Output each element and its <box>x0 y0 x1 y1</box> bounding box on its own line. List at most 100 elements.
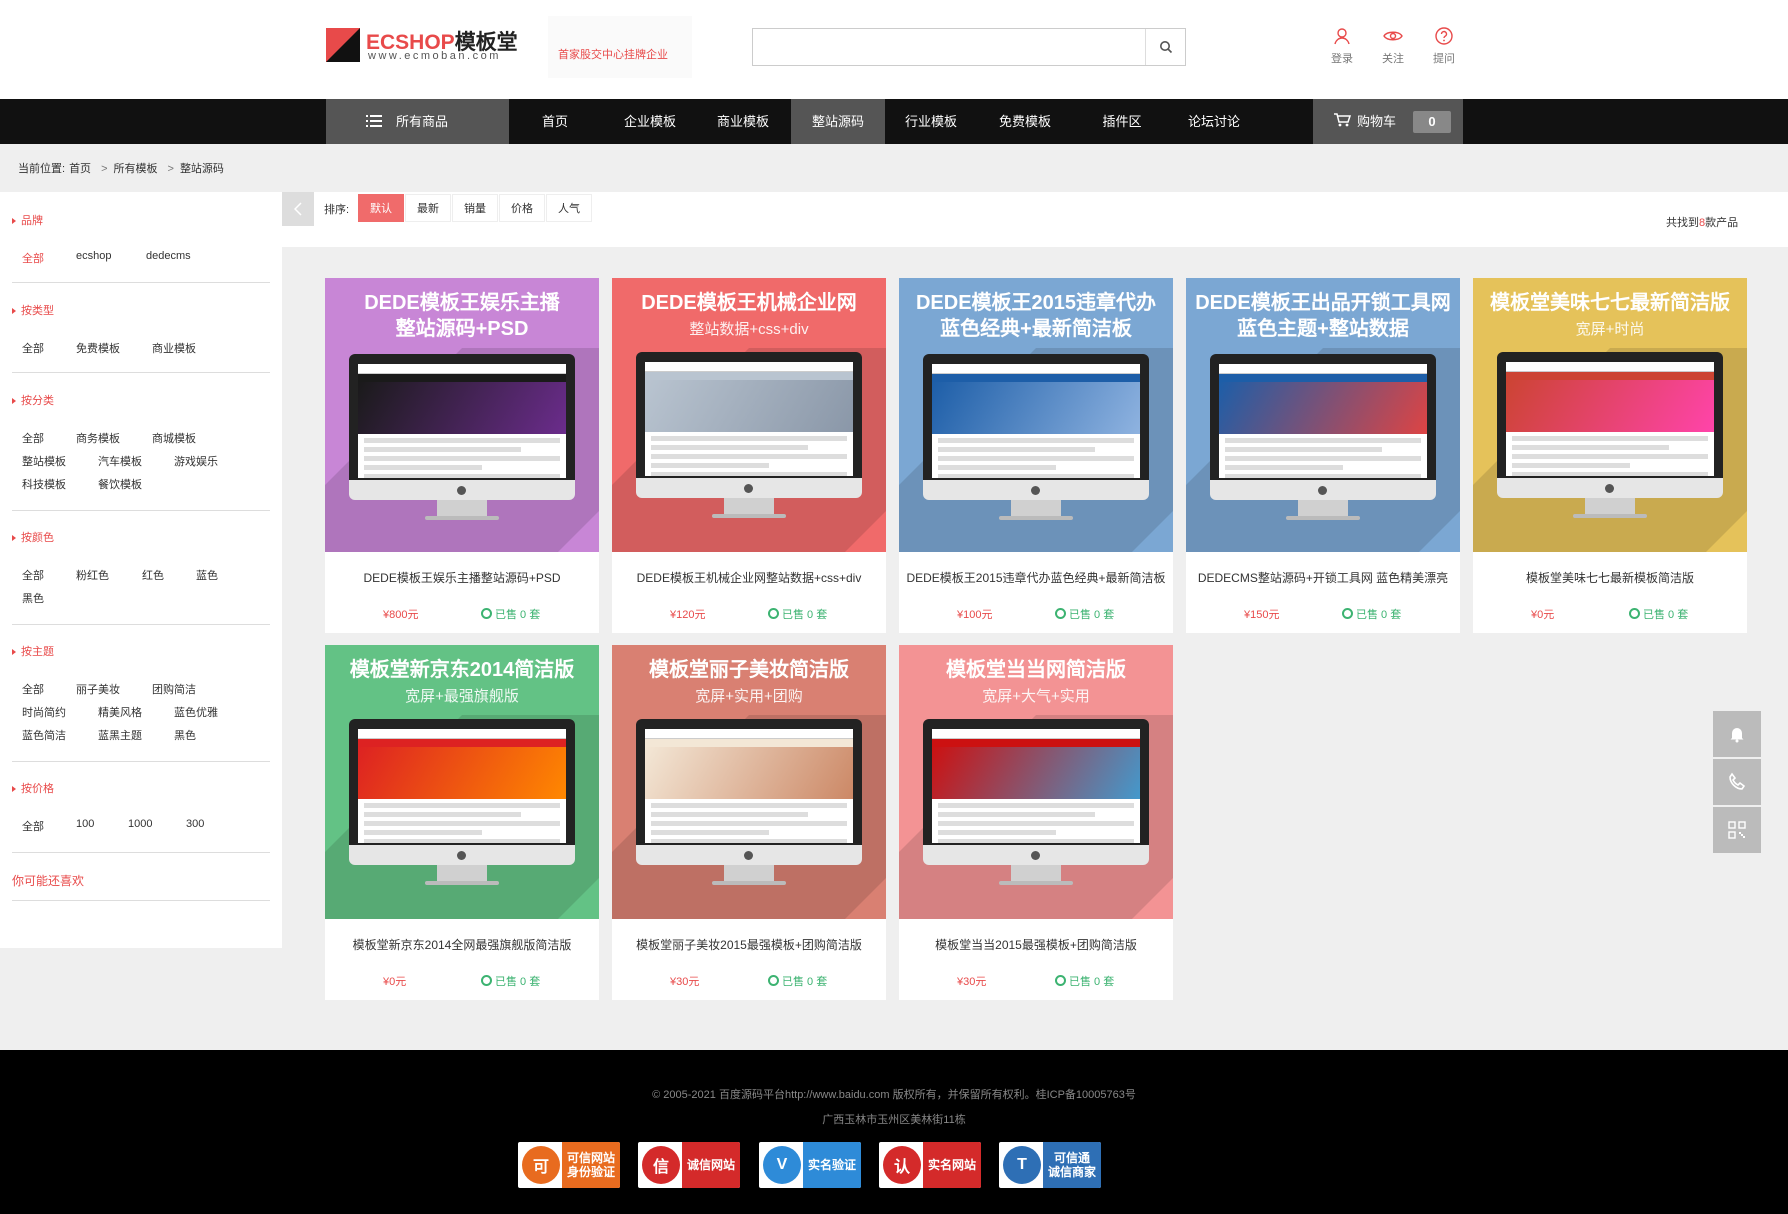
filter-option[interactable]: 全部 <box>22 430 44 446</box>
nav-item-commercial[interactable]: 商业模板 <box>706 99 780 144</box>
product-card[interactable]: DEDE模板王娱乐主播 整站源码+PSD DEDE模板王娱乐主播整站源码+PSD ¥8… <box>325 278 599 633</box>
breadcrumb-all-templates[interactable]: 所有模板 <box>114 163 158 175</box>
filter-option[interactable]: 商业模板 <box>152 340 196 356</box>
product-card[interactable]: DEDE模板王机械企业网 整站数据+css+div DEDE模板王机械企业网整站数据… <box>612 278 886 633</box>
product-name[interactable]: DEDE模板王娱乐主播整站源码+PSD <box>325 568 599 588</box>
product-sold-count: 已售 0 套 <box>1342 606 1401 622</box>
product-card[interactable]: 模板堂新京东2014简洁版 宽屏+最强旗舰版模板堂新京东2014全网最强旗舰版简洁… <box>325 645 599 1000</box>
banner-subtitle: 整站数据+css+div <box>689 321 809 338</box>
ask-link[interactable]: 提问 <box>1424 26 1464 66</box>
product-name[interactable]: DEDE模板王机械企业网整站数据+css+div <box>612 568 886 588</box>
product-thumbnail[interactable]: DEDE模板王2015违章代办 蓝色经典+最新简洁板 <box>899 278 1173 552</box>
nav-item-free[interactable]: 免费模板 <box>988 99 1062 144</box>
product-name[interactable]: DEDE模板王2015违章代办蓝色经典+最新简洁板 <box>899 568 1173 588</box>
filter-option[interactable]: 黑色 <box>174 727 196 743</box>
all-categories-button[interactable]: 所有商品 <box>326 99 509 144</box>
filter-group-theme: 按主题 全部 丽子美妆 团购简洁 时尚简约 精美风格 蓝色优雅 蓝色简洁 蓝黑主… <box>12 643 270 762</box>
product-thumbnail[interactable]: 模板堂当当网简洁版 宽屏+大气+实用 <box>899 645 1173 919</box>
prev-page-button[interactable] <box>282 192 314 226</box>
product-name[interactable]: 模板堂美味七七最新模板简洁版 <box>1473 568 1747 588</box>
filter-group-title: 按主题 <box>12 643 54 659</box>
filter-option[interactable]: 黑色 <box>22 590 44 606</box>
product-name[interactable]: 模板堂丽子美妆2015最强模板+团购简洁版 <box>612 935 886 955</box>
trust-badge[interactable]: 可可信网站 身份验证 <box>518 1142 620 1188</box>
nav-item-forum[interactable]: 论坛讨论 <box>1177 99 1251 144</box>
product-card[interactable]: DEDE模板王出品开锁工具网 蓝色主题+整站数据 DEDECMS整站源码+开锁工具网… <box>1186 278 1460 633</box>
filter-option[interactable]: 蓝色 <box>196 567 218 583</box>
filter-option[interactable]: 全部 <box>22 340 44 356</box>
filter-option[interactable]: 100 <box>76 818 94 830</box>
filter-option[interactable]: 全部 <box>22 567 44 583</box>
breadcrumb-home[interactable]: 首页 <box>69 163 91 175</box>
breadcrumb-current: 整站源码 <box>179 163 224 175</box>
product-name[interactable]: DEDECMS整站源码+开锁工具网 蓝色精美漂亮 <box>1186 568 1460 588</box>
filter-option[interactable]: 全部 <box>22 250 44 266</box>
notification-button[interactable] <box>1713 711 1761 757</box>
sort-newest-button[interactable]: 最新 <box>405 194 451 222</box>
banner-subtitle: 宽屏+实用+团购 <box>695 688 803 705</box>
nav-item-full-source[interactable]: 整站源码 <box>791 99 885 144</box>
filter-option[interactable]: 蓝色简洁 <box>22 727 66 743</box>
filter-option[interactable]: dedecms <box>146 250 191 262</box>
nav-item-home[interactable]: 首页 <box>526 99 584 144</box>
login-link[interactable]: 登录 <box>1322 26 1362 66</box>
breadcrumb: 当前位置: 首页 > 所有模板 > 整站源码 <box>18 160 228 176</box>
filter-option[interactable]: 餐饮模板 <box>98 476 142 492</box>
filter-option[interactable]: 商务模板 <box>76 430 120 446</box>
filter-option[interactable]: 1000 <box>128 818 152 830</box>
product-thumbnail[interactable]: DEDE模板王娱乐主播 整站源码+PSD <box>325 278 599 552</box>
filter-option[interactable]: 红色 <box>142 567 164 583</box>
filter-option[interactable]: 蓝黑主题 <box>98 727 142 743</box>
phone-button[interactable] <box>1713 759 1761 805</box>
product-name[interactable]: 模板堂新京东2014全网最强旗舰版简洁版 <box>325 935 599 955</box>
filter-option[interactable]: 丽子美妆 <box>76 681 120 697</box>
filter-option[interactable]: 时尚简约 <box>22 704 66 720</box>
filter-option[interactable]: 粉红色 <box>76 567 109 583</box>
filter-option[interactable]: 免费模板 <box>76 340 120 356</box>
nav-item-plugins[interactable]: 插件区 <box>1092 99 1152 144</box>
banner-title: 模板堂当当网简洁版 <box>946 659 1126 681</box>
filter-option[interactable]: 整站模板 <box>22 453 66 469</box>
filter-option[interactable]: 团购简洁 <box>152 681 196 697</box>
cart-button[interactable]: 购物车 0 <box>1313 99 1463 144</box>
filter-option[interactable]: 汽车模板 <box>98 453 142 469</box>
product-card[interactable]: 模板堂美味七七最新简洁版 宽屏+时尚 模板堂美味七七最新模板简洁版 ¥0元 已售 0 套 <box>1473 278 1747 633</box>
sort-popularity-button[interactable]: 人气 <box>546 194 592 222</box>
follow-link[interactable]: 关注 <box>1373 26 1413 66</box>
filter-option[interactable]: 全部 <box>22 681 44 697</box>
nav-item-enterprise[interactable]: 企业模板 <box>613 99 687 144</box>
trust-badge[interactable]: 信诚信网站 <box>638 1142 740 1188</box>
filter-option[interactable]: 科技模板 <box>22 476 66 492</box>
product-card[interactable]: 模板堂丽子美妆简洁版 宽屏+实用+团购 模板堂丽子美妆2015最强模板+团购简洁版 ¥… <box>612 645 886 1000</box>
product-card[interactable]: 模板堂当当网简洁版 宽屏+大气+实用 模板堂当当2015最强模板+团购简洁版 ¥30元… <box>899 645 1173 1000</box>
sort-sales-button[interactable]: 销量 <box>452 194 498 222</box>
filter-option[interactable]: 300 <box>186 818 204 830</box>
product-thumbnail[interactable]: 模板堂新京东2014简洁版 宽屏+最强旗舰版 <box>325 645 599 919</box>
product-card[interactable]: DEDE模板王2015违章代办 蓝色经典+最新简洁板 DEDE模板王2015违章代办… <box>899 278 1173 633</box>
trust-badge[interactable]: 认实名网站 <box>879 1142 981 1188</box>
copyright-text: © 2005-2021 百度源码平台http://www.baidu.com 版… <box>652 1089 1136 1101</box>
trust-badge[interactable]: V 实名验证 <box>759 1142 861 1188</box>
trust-badge[interactable]: T 可信通 诚信商家 <box>999 1142 1101 1188</box>
product-thumbnail[interactable]: 模板堂丽子美妆简洁版 宽屏+实用+团购 <box>612 645 886 919</box>
filter-option[interactable]: 游戏娱乐 <box>174 453 218 469</box>
qr-code-button[interactable] <box>1713 807 1761 853</box>
filter-group-title: 按颜色 <box>12 529 54 545</box>
search-input[interactable] <box>753 29 1145 65</box>
sort-default-button[interactable]: 默认 <box>358 194 404 222</box>
slogan-banner[interactable]: 首家股交中心挂牌企业 <box>548 16 692 78</box>
monitor-mockup <box>349 719 575 889</box>
nav-item-industry[interactable]: 行业模板 <box>894 99 968 144</box>
filter-option[interactable]: 全部 <box>22 818 44 834</box>
filter-option[interactable]: 精美风格 <box>98 704 142 720</box>
filter-option[interactable]: 商城模板 <box>152 430 196 446</box>
sort-price-button[interactable]: 价格 <box>499 194 545 222</box>
product-thumbnail[interactable]: 模板堂美味七七最新简洁版 宽屏+时尚 <box>1473 278 1747 552</box>
site-logo[interactable]: ECSHOP模板堂 www.ecmoban.com <box>326 28 526 64</box>
search-button[interactable] <box>1145 29 1185 65</box>
product-thumbnail[interactable]: DEDE模板王出品开锁工具网 蓝色主题+整站数据 <box>1186 278 1460 552</box>
product-thumbnail[interactable]: DEDE模板王机械企业网 整站数据+css+div <box>612 278 886 552</box>
product-name[interactable]: 模板堂当当2015最强模板+团购简洁版 <box>899 935 1173 955</box>
filter-option[interactable]: 蓝色优雅 <box>174 704 218 720</box>
filter-option[interactable]: ecshop <box>76 250 111 262</box>
